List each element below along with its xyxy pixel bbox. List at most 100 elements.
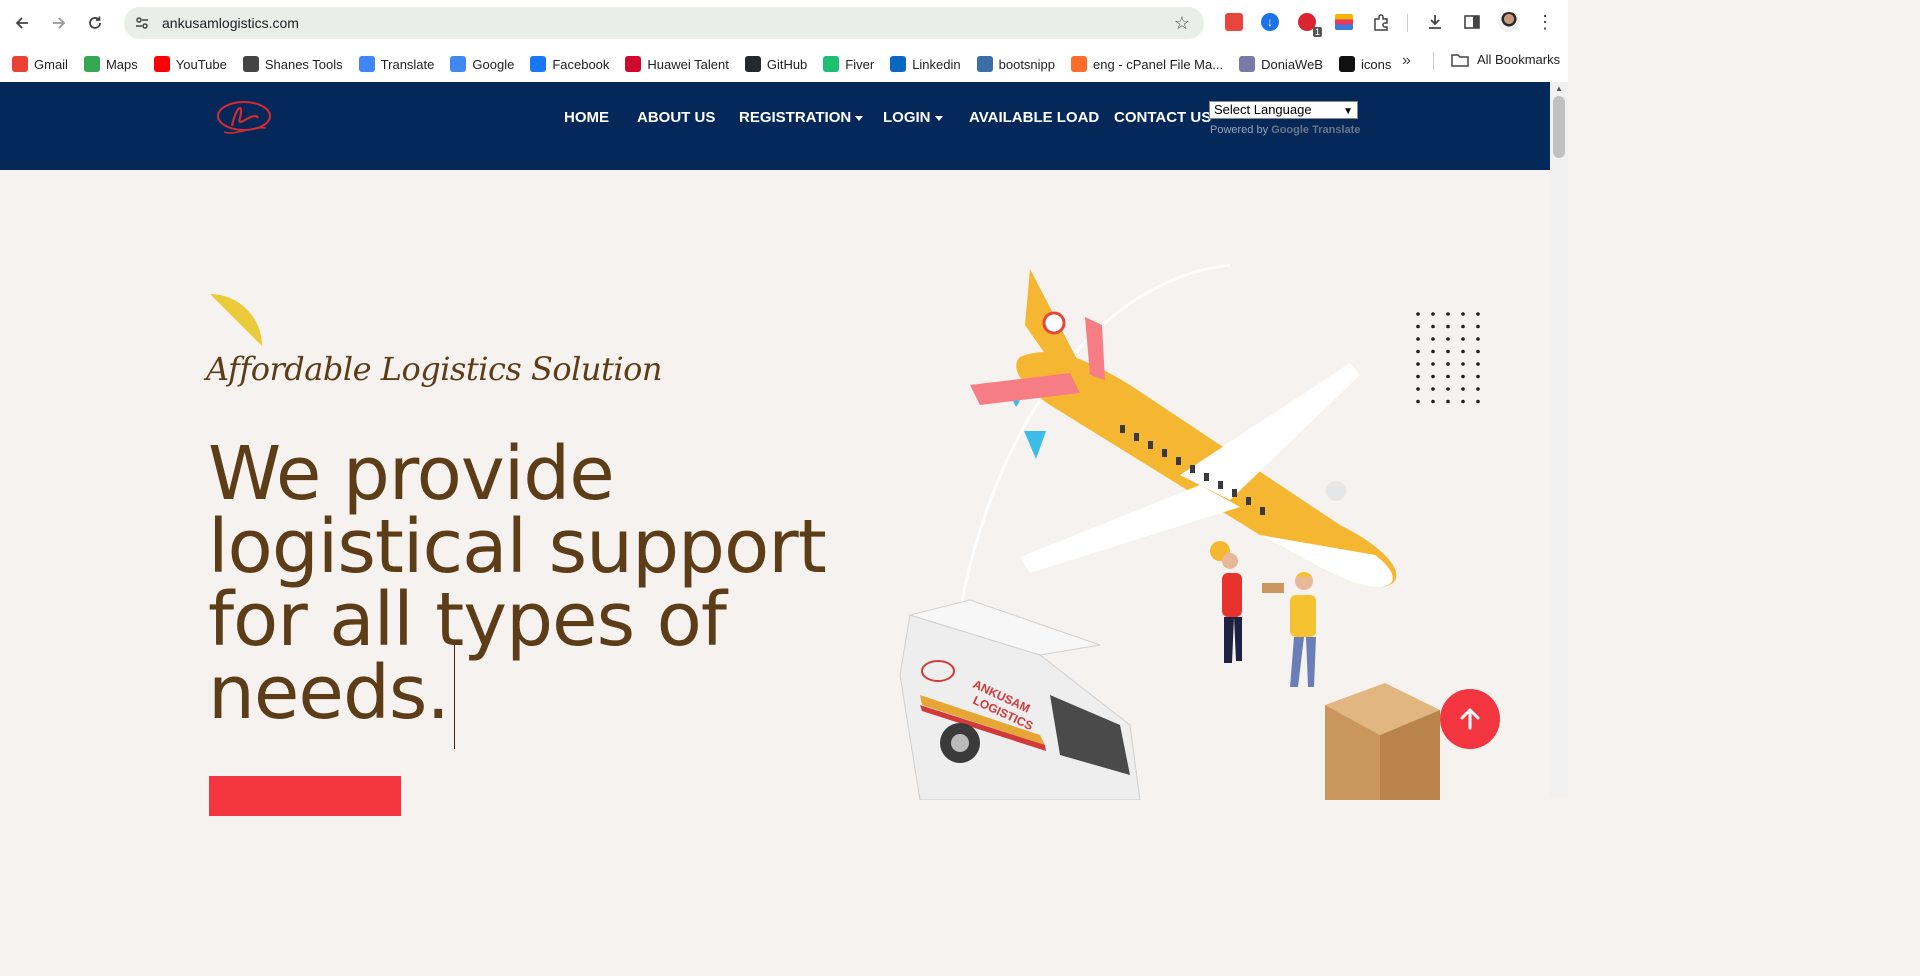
site-info-icon[interactable] [134, 15, 150, 31]
nav-item-available-load[interactable]: AVAILABLE LOAD [969, 109, 1099, 126]
bookmark-label: GitHub [766, 56, 808, 72]
nav-item-label: HOME [564, 109, 609, 126]
bookmark-item[interactable]: DoniaWeB [1239, 56, 1323, 72]
all-bookmarks-folder[interactable]: All Bookmarks [1451, 52, 1560, 67]
extensions-puzzle-icon[interactable] [1370, 11, 1392, 33]
reload-button[interactable] [77, 5, 113, 41]
bookmark-label: Google [472, 56, 515, 72]
nav-item-about-us[interactable]: ABOUT US [637, 109, 715, 126]
powered-by-label: Powered by [1210, 124, 1269, 136]
text-cursor [454, 645, 455, 749]
all-bookmarks-label: All Bookmarks [1477, 52, 1561, 67]
bookmark-item[interactable]: Maps [83, 56, 138, 72]
bookmark-label: YouTube [175, 56, 227, 72]
nav-item-contact-us[interactable]: CONTACT US [1114, 109, 1211, 126]
site-logo[interactable] [214, 96, 274, 140]
download-manager-icon[interactable]: ↓ [1259, 11, 1281, 33]
doniaweb-icon [1239, 56, 1256, 72]
bookmark-item[interactable]: Google [450, 56, 514, 72]
extension-badge: 1 [1312, 27, 1322, 37]
bookmark-item[interactable]: bootsnipp [976, 56, 1056, 72]
side-panel-icon[interactable] [1461, 11, 1483, 33]
hero-title: We provide logistical support for all ty… [208, 431, 908, 730]
globe-icon [242, 56, 259, 72]
bookmark-item[interactable]: Linkedin [890, 56, 961, 72]
nav-item-login[interactable]: LOGIN [883, 109, 943, 126]
airplane-illustration [970, 269, 1397, 588]
reload-icon [89, 16, 101, 29]
youtube-icon [153, 56, 170, 72]
language-select[interactable]: Select Language ▼ [1209, 101, 1358, 119]
nav-item-label: AVAILABLE LOAD [969, 109, 1100, 126]
github-icon [744, 56, 761, 72]
bookmark-label: Fiver [845, 56, 875, 72]
bookmark-label: eng - cPanel File Ma... [1093, 56, 1224, 72]
address-bar[interactable]: ankusamlogistics.com ☆ [124, 7, 1204, 39]
bookmark-label: Huawei Talent [647, 56, 729, 72]
bookmarks-divider [1433, 52, 1434, 70]
delivery-van-illustration: ANKUSAM LOGISTICS [899, 599, 1141, 801]
extension-red-icon[interactable] [1223, 11, 1245, 33]
back-button[interactable] [4, 5, 40, 41]
google-icon [450, 56, 467, 72]
huawei-icon [625, 56, 642, 72]
bookmark-label: Linkedin [912, 56, 961, 72]
bookmark-item[interactable]: YouTube [153, 56, 227, 72]
nav-item-label: CONTACT US [1114, 109, 1212, 126]
page-scrollbar[interactable]: ▲ [1550, 82, 1568, 797]
hero-cta-button[interactable] [209, 776, 401, 816]
nav-item-home[interactable]: HOME [564, 109, 609, 126]
nav-item-registration[interactable]: REGISTRATION [739, 109, 864, 126]
bookmarks-bar: Gmail Maps YouTube Shanes Tools Translate Goo… [0, 46, 1568, 82]
bookmark-star-icon[interactable]: ☆ [1174, 13, 1190, 34]
scroll-to-top-button[interactable] [1440, 689, 1500, 749]
scroll-up-arrow-icon[interactable]: ▲ [1555, 84, 1563, 93]
fiverr-icon [823, 56, 840, 72]
yellow-half-circle-decoration [210, 292, 266, 353]
translate-icon [358, 56, 375, 72]
powered-by-google-translate[interactable]: Powered by Google Translate [1210, 124, 1360, 136]
icons-icon [1338, 56, 1355, 72]
forward-arrow-icon [53, 17, 66, 29]
back-arrow-icon [15, 17, 28, 29]
bookmark-item[interactable]: Shanes Tools [242, 56, 343, 72]
linkedin-icon [890, 56, 907, 72]
adblock-icon[interactable]: 1 [1296, 11, 1322, 37]
profile-avatar-icon[interactable] [1498, 11, 1520, 33]
site-header: HOME ABOUT US REGISTRATION LOGIN AVAILABLE L… [0, 82, 1550, 170]
bookmark-item[interactable]: GitHub [744, 56, 808, 72]
maps-icon [83, 56, 100, 72]
bookmark-item[interactable]: eng - cPanel File Ma... [1071, 56, 1223, 72]
more-bookmarks-chevron-icon[interactable]: » [1402, 52, 1411, 70]
bookmark-label: Gmail [34, 56, 68, 72]
scrollbar-thumb[interactable] [1553, 96, 1565, 158]
browser-toolbar: ankusamlogistics.com ☆ ↓ 1 ⋮ [0, 0, 1568, 46]
bookmark-label: bootsnipp [998, 56, 1056, 72]
bookmark-label: DoniaWeB [1261, 56, 1323, 72]
cardboard-box-illustration [1325, 683, 1440, 800]
hero-title-line: logistical support [208, 504, 827, 590]
bookmark-item[interactable]: Facebook [530, 56, 609, 72]
hero-title-line: We provide [208, 431, 615, 517]
caret-down-icon [934, 115, 943, 121]
bookmark-item[interactable]: Fiver [823, 56, 874, 72]
url-text[interactable]: ankusamlogistics.com [162, 15, 299, 31]
bookmark-label: Facebook [552, 56, 610, 72]
bookmark-item[interactable]: Huawei Talent [625, 56, 729, 72]
delivery-people-illustration [1222, 553, 1316, 687]
colorful-extension-icon[interactable] [1333, 11, 1355, 33]
browser-menu-icon[interactable]: ⋮ [1534, 11, 1556, 33]
toolbar-divider [1407, 14, 1408, 32]
bookmark-item[interactable]: Gmail [12, 56, 68, 72]
caret-down-icon [855, 115, 864, 121]
bookmark-item[interactable]: icons [1338, 56, 1392, 72]
nav-item-label: REGISTRATION [739, 109, 852, 126]
bookmark-item[interactable]: Translate [358, 56, 435, 72]
bookmark-label: icons [1360, 56, 1392, 72]
bookmark-label: Translate [380, 56, 435, 72]
downloads-icon[interactable] [1424, 11, 1446, 33]
folder-icon [1451, 53, 1469, 67]
arrow-up-icon [1460, 708, 1480, 730]
forward-button[interactable] [41, 5, 77, 41]
bookmark-label: Maps [105, 56, 138, 72]
